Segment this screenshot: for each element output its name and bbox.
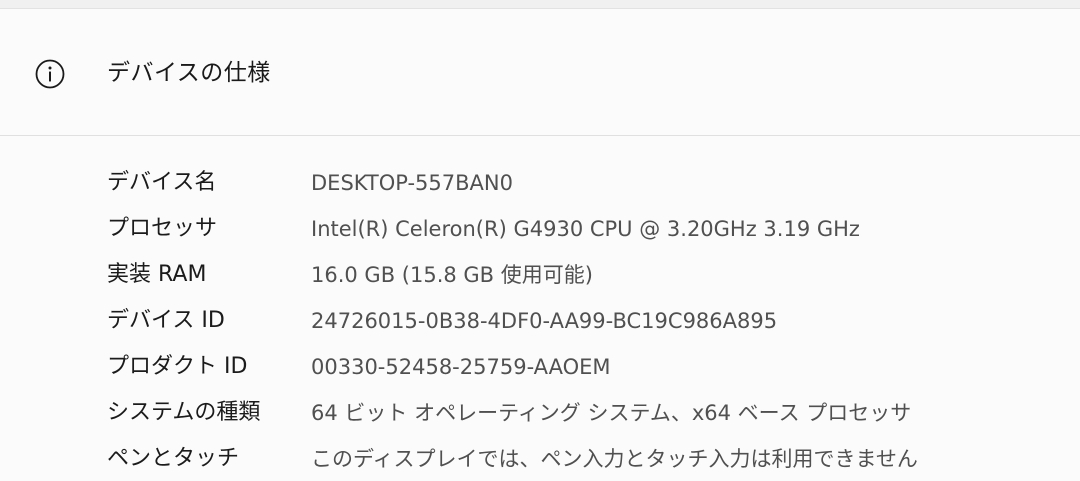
spec-value[interactable]: DESKTOP-557BAN0 — [311, 168, 513, 198]
spec-row-product-id: プロダクト ID 00330-52458-25759-AAOEM — [0, 340, 1080, 386]
spec-row-device-id: デバイス ID 24726015-0B38-4DF0-AA99-BC19C986… — [0, 294, 1080, 340]
spec-row-device-name: デバイス名 DESKTOP-557BAN0 — [0, 156, 1080, 202]
spec-label: プロセッサ — [107, 216, 218, 241]
device-specs-header[interactable]: デバイスの仕様 — [0, 9, 1080, 136]
spec-label: システムの種類 — [107, 400, 261, 425]
spec-label: デバイス名 — [107, 170, 217, 195]
spec-value[interactable]: 64 ビット オペレーティング システム、x64 ベース プロセッサ — [311, 398, 911, 428]
spec-label: デバイス ID — [107, 308, 225, 333]
info-icon — [35, 59, 65, 89]
top-divider — [0, 0, 1080, 9]
page-title: デバイスの仕様 — [107, 60, 271, 86]
spec-label: ペンとタッチ — [107, 446, 240, 471]
spec-row-processor: プロセッサ Intel(R) Celeron(R) G4930 CPU @ 3.… — [0, 202, 1080, 248]
spec-value[interactable]: 00330-52458-25759-AAOEM — [311, 352, 611, 382]
spec-row-ram: 実装 RAM 16.0 GB (15.8 GB 使用可能) — [0, 248, 1080, 294]
spec-value[interactable]: 16.0 GB (15.8 GB 使用可能) — [311, 260, 593, 290]
spec-value[interactable]: 24726015-0B38-4DF0-AA99-BC19C986A895 — [311, 306, 777, 336]
spec-label: 実装 RAM — [107, 262, 207, 287]
spec-row-pen-touch: ペンとタッチ このディスプレイでは、ペン入力とタッチ入力は利用できません — [0, 432, 1080, 478]
spec-row-system-type: システムの種類 64 ビット オペレーティング システム、x64 ベース プロセ… — [0, 386, 1080, 432]
spec-label: プロダクト ID — [107, 354, 248, 379]
device-specs-panel: デバイスの仕様 デバイス名 DESKTOP-557BAN0 プロセッサ Inte… — [0, 0, 1080, 481]
spec-value[interactable]: このディスプレイでは、ペン入力とタッチ入力は利用できません — [311, 444, 918, 474]
spec-value[interactable]: Intel(R) Celeron(R) G4930 CPU @ 3.20GHz … — [311, 214, 860, 244]
spec-list: デバイス名 DESKTOP-557BAN0 プロセッサ Intel(R) Cel… — [0, 136, 1080, 481]
